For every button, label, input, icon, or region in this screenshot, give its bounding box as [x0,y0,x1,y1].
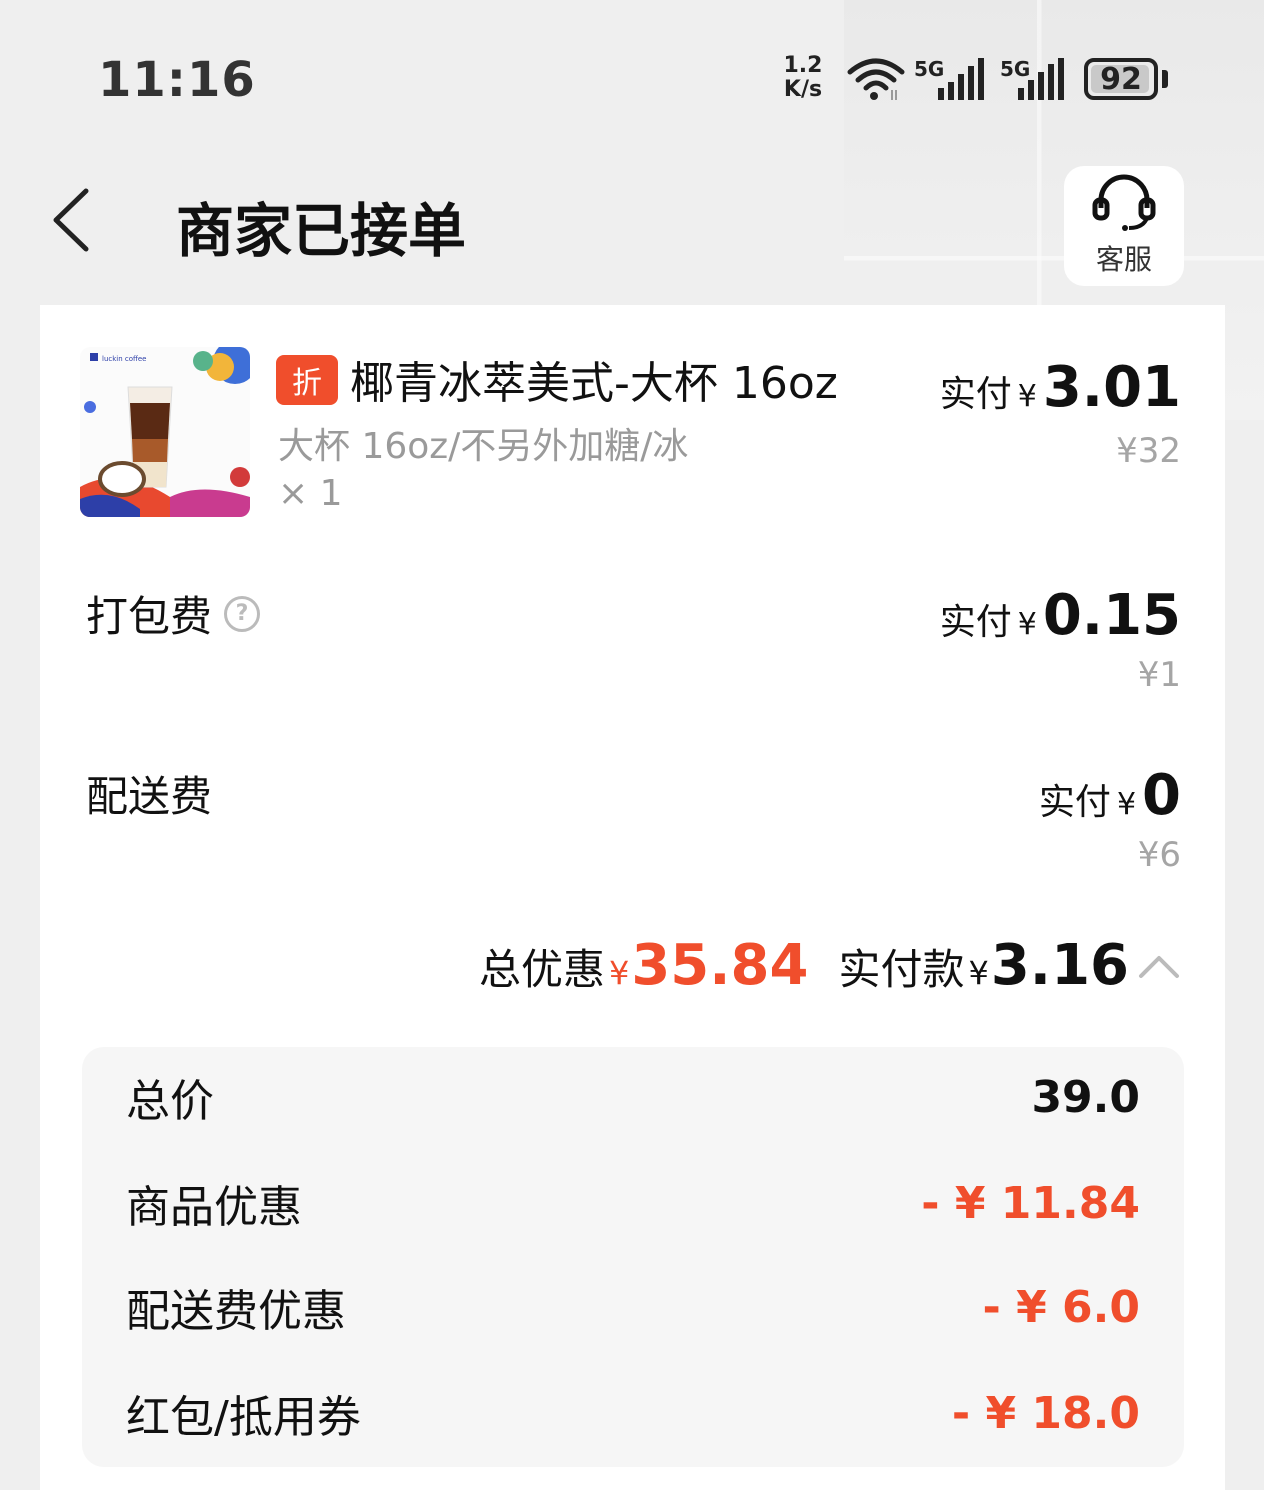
breakdown-label: 红包/抵用券 [126,1392,361,1443]
price-breakdown-panel: 总价 39.0 商品优惠 - ¥ 11.84 配送费优惠 - ¥ 6.0 红包/… [82,1047,1184,1467]
product-quantity: × 1 [278,473,343,514]
back-button[interactable] [40,180,100,260]
total-discount-yen: ¥ [608,954,630,992]
chevron-left-icon [53,188,89,252]
delivery-fee-row: 配送费 [86,763,212,824]
packing-fee-paid-yen: ¥ [1017,607,1037,642]
breakdown-value: - ¥ 11.84 [921,1177,1140,1229]
delivery-fee-paid-amount: 0 [1142,763,1181,828]
packing-fee-original-price: ¥1 [1137,655,1181,695]
product-paid: 实付 ¥ 3.01 [940,355,1181,420]
breakdown-value: 39.0 [1031,1071,1140,1123]
chevron-up-icon[interactable] [1137,952,1181,980]
headset-icon [1092,174,1156,231]
product-spec: 大杯 16oz/不另外加糖/冰 [278,426,689,467]
battery-tip [1162,70,1168,88]
packing-fee-row: 打包费 ? [86,583,261,644]
packing-fee-paid-label: 实付 [939,602,1012,643]
status-bar: 11:16 1.2 K/s 5G 5G 92 [0,0,1264,150]
product-image-brand: luckin coffee [102,355,146,363]
breakdown-label: 配送费优惠 [126,1286,346,1337]
breakdown-row-total: 总价 39.0 [126,1067,1140,1128]
total-paid-label: 实付款 [838,945,965,994]
coffee-cup-illustration: luckin coffee [80,347,250,517]
breakdown-row-coupon: 红包/抵用券 - ¥ 18.0 [126,1383,1140,1444]
packing-fee-paid: 实付 ¥ 0.15 [940,583,1181,648]
product-image[interactable]: luckin coffee [80,347,250,517]
product-paid-amount: 3.01 [1042,355,1181,420]
sim1-label: 5G [914,57,944,81]
network-speed: 1.2 K/s [778,54,828,102]
delivery-fee-paid: 实付 ¥ 0 [1039,763,1181,828]
total-discount-label: 总优惠 [478,945,605,994]
order-detail-card: luckin coffee 折 椰青冰萃美式-大杯 16oz 大杯 16oz/不… [40,305,1225,1490]
delivery-fee-paid-label: 实付 [1038,782,1111,823]
product-paid-label: 实付 [939,374,1012,415]
product-name: 椰青冰萃美式-大杯 16oz [350,358,838,409]
help-icon[interactable]: ? [224,595,261,632]
packing-fee-label: 打包费 [86,592,213,641]
breakdown-row-delivery-discount: 配送费优惠 - ¥ 6.0 [126,1277,1140,1338]
page-title: 商家已接单 [176,197,467,265]
signal-sim1-icon: 5G [914,57,984,100]
sim2-label: 5G [1000,57,1030,81]
discount-badge: 折 [276,355,338,405]
breakdown-label: 总价 [126,1076,214,1127]
packing-fee-paid-amount: 0.15 [1042,583,1181,648]
battery-icon: 92 [1084,58,1158,100]
network-speed-value: 1.2 [783,53,823,78]
status-time: 11:16 [98,52,256,108]
wifi-icon [847,58,905,100]
delivery-fee-label: 配送费 [86,772,213,821]
total-paid-amount: 3.16 [990,933,1129,998]
product-original-price: ¥32 [1116,431,1181,471]
breakdown-label: 商品优惠 [126,1182,302,1233]
breakdown-row-product-discount: 商品优惠 - ¥ 11.84 [126,1173,1140,1234]
breakdown-value: - ¥ 18.0 [951,1387,1140,1439]
network-speed-unit: K/s [783,77,823,102]
battery-level: 92 [1100,61,1142,97]
delivery-fee-original-price: ¥6 [1137,835,1181,875]
breakdown-value: - ¥ 6.0 [982,1281,1140,1333]
signal-sim2-icon: 5G [1000,57,1064,100]
total-paid-yen: ¥ [968,954,989,992]
customer-service-label: 客服 [1095,243,1152,276]
payment-summary: 总优惠 ¥ 35.84 实付款 ¥ 3.16 [479,933,1181,998]
customer-service-button[interactable]: 客服 [1064,166,1184,286]
total-discount-amount: 35.84 [631,933,809,998]
delivery-fee-paid-yen: ¥ [1116,787,1137,822]
product-paid-yen: ¥ [1017,379,1037,414]
